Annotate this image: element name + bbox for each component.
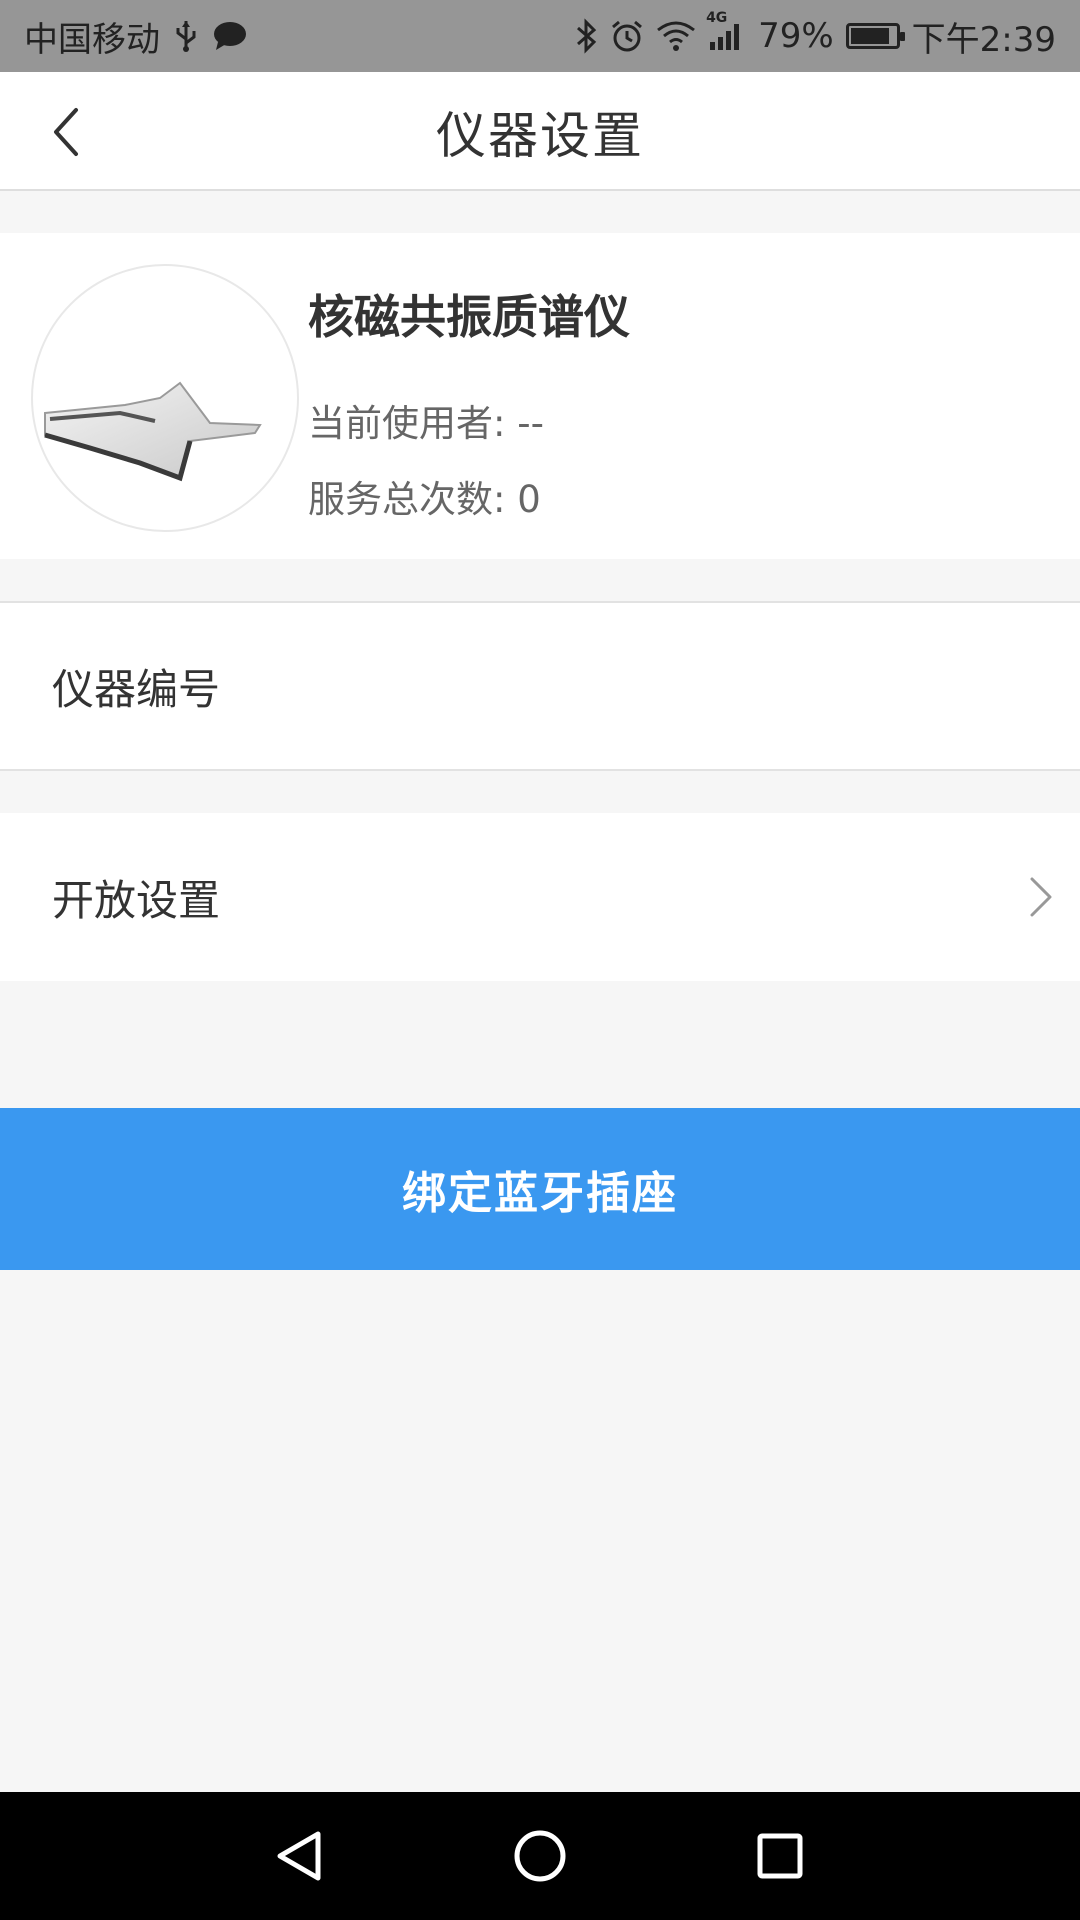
battery-level bbox=[850, 28, 889, 44]
system-recents-button[interactable] bbox=[740, 1816, 820, 1896]
screen: 中国移动 4G 79% 下午2:39 仪器设置 核磁共振质谱仪 当前使用者: -… bbox=[0, 0, 1080, 1920]
instrument-number-label: 仪器编号 bbox=[52, 664, 221, 714]
recents-square-icon bbox=[757, 1833, 803, 1879]
open-settings-row[interactable]: 开放设置 bbox=[0, 813, 1080, 981]
clock-time: 下午2:39 bbox=[911, 19, 1056, 60]
network-type-label: 4G bbox=[706, 10, 728, 26]
system-home-button[interactable] bbox=[500, 1816, 580, 1896]
service-count: 服务总次数: 0 bbox=[308, 478, 541, 521]
device-image bbox=[30, 263, 300, 533]
message-icon bbox=[212, 20, 248, 52]
page-title: 仪器设置 bbox=[436, 106, 644, 165]
current-user: 当前使用者: -- bbox=[308, 402, 544, 445]
chevron-right-icon bbox=[1030, 877, 1052, 917]
status-bar: 中国移动 4G 79% 下午2:39 bbox=[0, 0, 1080, 72]
device-name: 核磁共振质谱仪 bbox=[308, 290, 630, 344]
device-card: 核磁共振质谱仪 当前使用者: -- 服务总次数: 0 bbox=[0, 233, 1080, 559]
status-left: 中国移动 bbox=[24, 12, 248, 61]
status-right: 4G 79% 下午2:39 bbox=[574, 10, 1056, 61]
app-header: 仪器设置 bbox=[0, 72, 1080, 191]
back-triangle-icon bbox=[277, 1831, 321, 1881]
signal-icon: 4G bbox=[706, 10, 746, 52]
wifi-icon bbox=[656, 20, 696, 52]
system-navigation-bar bbox=[0, 1792, 1080, 1920]
home-circle-icon bbox=[514, 1830, 566, 1882]
open-settings-label: 开放设置 bbox=[52, 875, 221, 925]
usb-icon bbox=[174, 19, 198, 53]
battery-percentage: 79% bbox=[758, 16, 834, 56]
bind-bluetooth-socket-button[interactable]: 绑定蓝牙插座 bbox=[0, 1108, 1080, 1270]
bluetooth-icon bbox=[574, 18, 598, 54]
instrument-number-row[interactable]: 仪器编号 bbox=[0, 601, 1080, 771]
alarm-icon bbox=[610, 19, 644, 53]
battery-icon bbox=[845, 23, 905, 49]
carrier-label: 中国移动 bbox=[24, 19, 160, 60]
system-back-button[interactable] bbox=[260, 1816, 340, 1896]
